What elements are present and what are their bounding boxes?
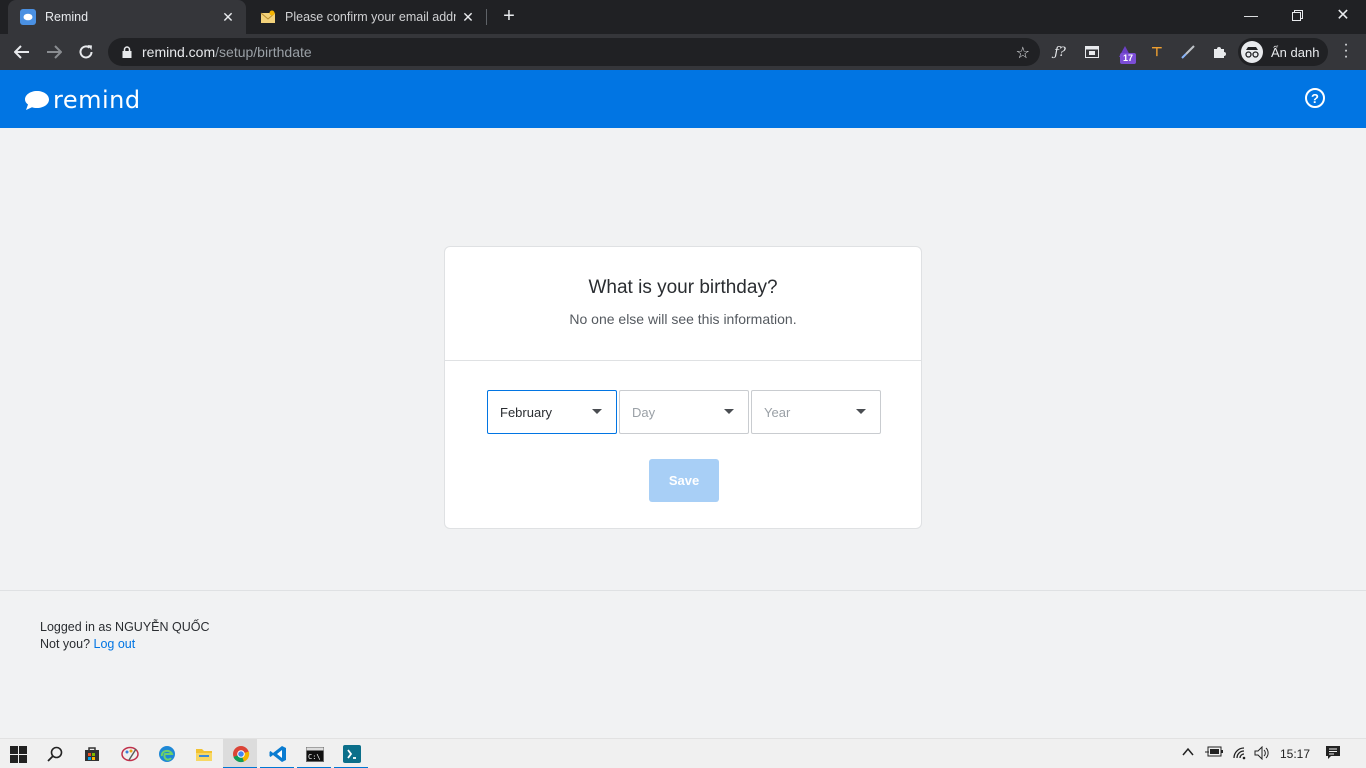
card-title: What is your birthday?	[588, 277, 778, 298]
logout-link[interactable]: Log out	[94, 637, 136, 651]
tab-confirm-email[interactable]: Please confirm your email address ✕	[248, 0, 486, 34]
remind-favicon	[20, 9, 36, 25]
close-tab-icon[interactable]: ✕	[456, 9, 480, 26]
puzzle-icon[interactable]	[1210, 42, 1230, 62]
paint-icon[interactable]	[120, 744, 140, 764]
back-icon[interactable]	[10, 40, 34, 64]
day-select[interactable]: Day	[619, 390, 749, 434]
month-select[interactable]: February	[487, 390, 617, 434]
chrome-icon[interactable]	[231, 744, 251, 764]
minimize-icon[interactable]: —	[1228, 0, 1274, 30]
save-button[interactable]: Save	[649, 459, 719, 502]
remind-bubble-icon	[25, 91, 49, 110]
card-divider	[445, 360, 921, 361]
taskbar: C:\ 15:17	[0, 738, 1366, 768]
browser-tabstrip: Remind ✕ Please confirm your email addre…	[0, 0, 1366, 34]
logo-text: remind	[53, 86, 141, 114]
chevron-down-icon	[856, 409, 866, 414]
battery-icon[interactable]	[1205, 746, 1223, 761]
extension-badge: 17	[1120, 53, 1137, 64]
code-editor-icon[interactable]	[342, 744, 362, 764]
chevron-up-icon[interactable]	[1182, 746, 1194, 760]
restore-icon[interactable]	[1274, 0, 1320, 30]
bookmark-star-icon[interactable]: ☆	[1016, 43, 1030, 63]
chevron-down-icon	[592, 409, 602, 414]
close-window-icon[interactable]: ✕	[1320, 0, 1366, 30]
incognito-profile-button[interactable]: Ẩn danh	[1238, 38, 1328, 66]
not-you-text: Not you?	[40, 637, 91, 651]
pickaxe-icon[interactable]: ⊤	[1147, 42, 1167, 62]
close-tab-icon[interactable]: ✕	[216, 9, 240, 26]
volume-icon[interactable]	[1254, 745, 1270, 763]
chevron-down-icon	[724, 409, 734, 414]
brush-icon[interactable]	[1178, 42, 1198, 62]
new-tab-icon[interactable]: +	[498, 5, 520, 27]
not-you-line: Not you? Log out	[40, 636, 210, 653]
remind-logo[interactable]: remind	[24, 86, 141, 114]
logged-in-text: Logged in as NGUYỄN QUỐC	[40, 620, 210, 634]
incognito-icon	[1241, 41, 1263, 63]
reload-icon[interactable]	[74, 40, 98, 64]
browser-toolbar: remind.com/setup/birthdate ☆ ƒ? ⊤	[0, 34, 1366, 70]
svg-text:C:\: C:\	[308, 753, 321, 761]
notification-icon[interactable]	[1325, 745, 1341, 761]
profile-label: Ẩn danh	[1271, 44, 1320, 60]
browser-menu-icon[interactable]: · · ·	[1340, 37, 1352, 65]
tab-title: Remind	[45, 10, 89, 24]
footer: Logged in as NGUYỄN QUỐC Not you? Log ou…	[40, 619, 210, 653]
app-header: remind ?	[0, 70, 1366, 128]
birthday-card: What is your birthday? No one else will …	[444, 246, 922, 529]
clock[interactable]: 15:17	[1280, 747, 1310, 761]
wifi-icon[interactable]	[1232, 746, 1248, 763]
file-explorer-icon[interactable]	[194, 744, 214, 764]
search-icon[interactable]	[45, 744, 65, 764]
address-bar[interactable]: remind.com/setup/birthdate ☆	[108, 38, 1040, 66]
footer-divider	[0, 590, 1366, 591]
forward-icon[interactable]	[42, 40, 66, 64]
month-value: February	[500, 404, 553, 420]
url-text: remind.com/setup/birthdate	[142, 44, 312, 60]
terminal-icon[interactable]: C:\	[305, 744, 325, 764]
day-placeholder: Day	[632, 404, 656, 420]
tab-separator	[486, 9, 487, 25]
windows-start-icon[interactable]	[8, 744, 28, 764]
mail-favicon	[260, 9, 276, 25]
year-select[interactable]: Year	[751, 390, 881, 434]
help-icon[interactable]: ?	[1305, 88, 1325, 108]
window-icon[interactable]	[1082, 42, 1102, 62]
tab-remind[interactable]: Remind ✕	[8, 0, 246, 34]
lock-icon[interactable]	[120, 45, 134, 59]
edge-icon[interactable]	[157, 744, 177, 764]
formula-icon[interactable]: ƒ?	[1050, 42, 1070, 62]
store-icon[interactable]	[82, 744, 102, 764]
vscode-icon[interactable]	[268, 744, 288, 764]
year-placeholder: Year	[764, 404, 791, 420]
tab-title: Please confirm your email address	[285, 10, 456, 24]
card-subtitle: No one else will see this information.	[569, 311, 797, 327]
